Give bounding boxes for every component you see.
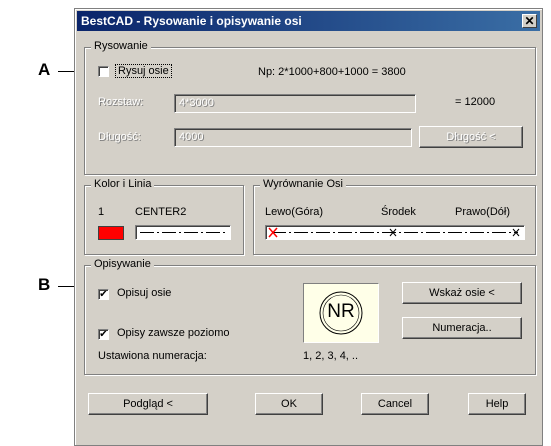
length-field[interactable]: 4000 [174,128,412,147]
numbering-preview: NR [303,283,379,343]
rysowanie-legend: Rysowanie [91,40,151,52]
align-right-label[interactable]: Prawo(Dół) [455,206,510,218]
preview-button[interactable]: Podgląd < [88,393,208,415]
spacing-label: Rozstaw: [98,96,144,108]
alignment-pattern [268,227,520,238]
color-swatch[interactable] [98,226,124,240]
example-text: Np: 2*1000+800+1000 = 3800 [258,66,406,78]
draw-axes-checkbox[interactable] [98,66,109,77]
linetype-preview[interactable] [135,225,231,240]
length-label: Długość: [98,131,141,143]
close-icon[interactable]: ✕ [522,14,537,28]
numbering-button[interactable]: Numeracja.. [402,317,522,339]
linetype-pattern [140,232,226,233]
wyrownanie-legend: Wyrównanie Osi [260,178,346,190]
callout-a: A [38,60,51,79]
point-axes-button[interactable]: Wskaż osie < [402,282,522,304]
cancel-button[interactable]: Cancel [361,393,429,415]
kolor-legend: Kolor i Linia [91,178,155,190]
spacing-field[interactable]: 4*3000 [174,94,416,113]
ok-button[interactable]: OK [255,393,323,415]
window-title: BestCAD - Rysowanie i opisywanie osi [81,14,302,28]
describe-axes-checkbox[interactable]: ✔ [98,289,109,300]
wyrownanie-group: Wyrównanie Osi [253,178,536,255]
opisywanie-legend: Opisywanie [91,258,154,270]
dialog-window: BestCAD - Rysowanie i opisywanie osi ✕ R… [74,8,543,446]
align-center-label[interactable]: Środek [381,206,416,218]
describe-axes-label[interactable]: Opisuj osie [117,287,171,299]
spacing-total: = 12000 [455,96,496,108]
callout-b: B [38,275,51,294]
color-index: 1 [98,206,105,218]
linetype-name: CENTER2 [135,206,187,218]
always-horizontal-checkbox[interactable]: ✔ [98,329,109,340]
align-left-label[interactable]: Lewo(Góra) [265,206,323,218]
title-bar: BestCAD - Rysowanie i opisywanie osi ✕ [77,11,540,31]
numbering-label: Ustawiona numeracja: [98,350,207,362]
always-horizontal-label[interactable]: Opisy zawsze poziomo [117,327,230,339]
help-button[interactable]: Help [468,393,526,415]
preview-symbol: NR [327,301,355,322]
alignment-preview[interactable] [265,225,525,240]
draw-axes-label[interactable]: Rysuj osie [115,64,172,78]
length-button[interactable]: Długość < [419,126,523,148]
numbering-value: 1, 2, 3, 4, .. [303,350,359,362]
kolor-group: Kolor i Linia [84,178,244,255]
